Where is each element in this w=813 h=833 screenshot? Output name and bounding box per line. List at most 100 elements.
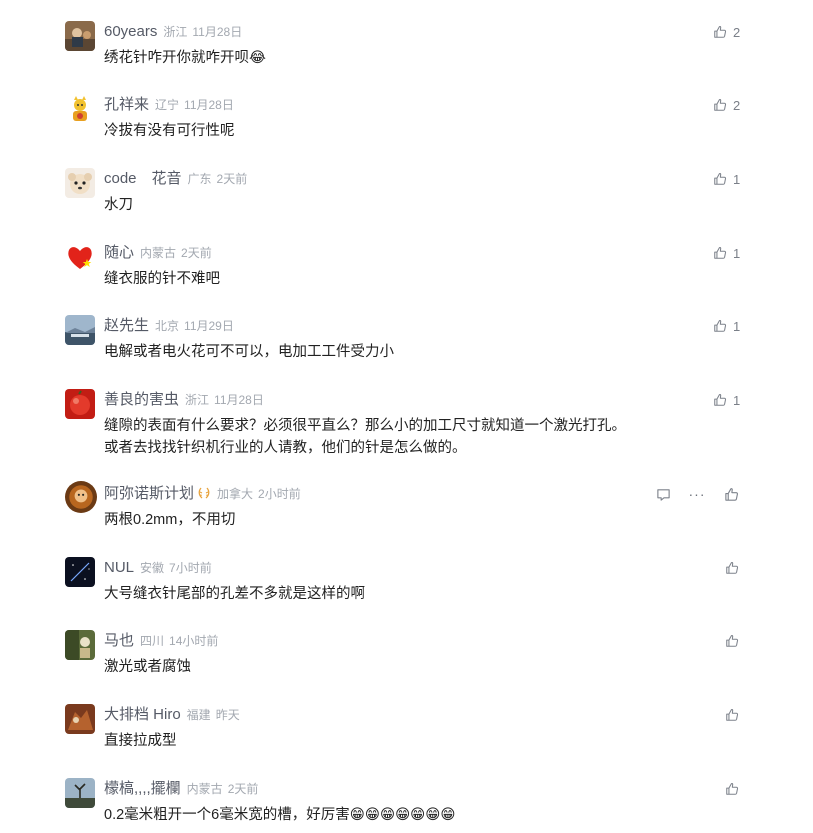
thumbs-up-icon (713, 246, 727, 260)
user-name[interactable]: 赵先生 (104, 317, 149, 334)
comment-text: 绣花针咋开你就咋开呗😂 (104, 50, 266, 66)
user-location: 广东 (187, 172, 212, 186)
user-name[interactable]: 大排档 Hiro (104, 706, 181, 723)
more-dots-icon: ··· (688, 486, 706, 502)
avatar[interactable] (65, 481, 97, 513)
like-count: 1 (733, 392, 741, 408)
comment-item: 60years 浙江 11月28日 绣花针咋开你就咋开呗😂 2 (0, 21, 813, 95)
comment-text: 大号缝衣针尾部的孔差不多就是这样的啊 (104, 586, 365, 602)
avatar[interactable] (65, 778, 95, 808)
comment-text: 缝衣服的针不难吧 (104, 271, 220, 287)
comment-time: 7小时前 (169, 561, 212, 575)
user-name[interactable]: 阿弥诺斯计划 (104, 485, 194, 502)
comment-time: 14小时前 (169, 634, 219, 648)
comment-item: 阿弥诺斯计划 加拿大 2小时前 两根0.2mm，不用切 ··· (0, 481, 813, 557)
avatar[interactable] (65, 168, 95, 198)
avatar[interactable] (65, 389, 95, 419)
comment-item: 孔祥来 辽宁 11月28日 冷拔有没有可行性呢 2 (0, 94, 813, 168)
user-name[interactable]: 檬槁,,,,擺欄 (104, 780, 181, 797)
thumbs-up-icon (713, 319, 727, 333)
like-button[interactable] (723, 486, 739, 502)
comment-time: 2天前 (181, 246, 212, 260)
comment-text: 冷拔有没有可行性呢 (104, 123, 235, 139)
user-name[interactable]: 善良的害虫 (104, 391, 179, 408)
thumbs-up-icon (713, 25, 727, 39)
avatar[interactable] (65, 315, 95, 345)
avatar[interactable] (65, 21, 95, 51)
comment-time: 2天前 (216, 172, 248, 186)
comment-item: 随心 内蒙古 2天前 缝衣服的针不难吧 1 (0, 242, 813, 316)
user-name[interactable]: 60years (104, 23, 157, 40)
user-location: 辽宁 (155, 98, 180, 112)
user-name[interactable]: 马也 (104, 632, 134, 649)
comment-text-line: 或者去找找针织机行业的人请教，他们的针是怎么做的。 (104, 440, 467, 456)
comment-time: 11月28日 (184, 98, 234, 112)
user-name[interactable]: code 花音 (104, 170, 182, 187)
like-button[interactable]: 1 (713, 171, 741, 187)
like-count: 1 (733, 171, 741, 187)
comment-text: 两根0.2mm，不用切 (104, 512, 236, 528)
comment-time: 11月28日 (214, 393, 264, 407)
like-button[interactable]: 2 (713, 24, 741, 40)
avatar[interactable] (65, 704, 95, 734)
comment-item: 大排档 Hiro 福建 昨天 直接拉成型 (0, 704, 813, 778)
like-button[interactable]: 2 (713, 97, 741, 113)
comment-item: 善良的害虫 浙江 11月28日 缝隙的表面有什么要求？必须很平直么？那么小的加工尺寸… (0, 389, 813, 485)
comment-time: 11月29日 (184, 319, 234, 333)
like-button[interactable]: 1 (713, 318, 741, 334)
user-name[interactable]: 孔祥来 (104, 96, 149, 113)
user-location: 安徽 (140, 561, 165, 575)
thumbs-up-icon (725, 708, 739, 722)
user-location: 内蒙古 (140, 246, 177, 260)
user-location: 浙江 (163, 25, 188, 39)
comment-text-line: 缝隙的表面有什么要求？必须很平直么？那么小的加工尺寸就知道一个激光打孔。 (104, 418, 626, 434)
comment-item: 马也 四川 14小时前 激光或者腐蚀 (0, 630, 813, 704)
user-name[interactable]: 随心 (104, 244, 134, 261)
user-location: 加拿大 (217, 487, 254, 501)
like-button[interactable] (725, 781, 739, 797)
user-name[interactable]: NUL (104, 559, 134, 576)
like-count: 1 (733, 245, 741, 261)
laurel-badge-icon (198, 487, 210, 499)
user-location: 内蒙古 (186, 782, 223, 796)
comment-item: code 花音 广东 2天前 水刀 1 (0, 168, 813, 242)
user-location: 浙江 (185, 393, 210, 407)
reply-button[interactable] (655, 486, 671, 502)
comment-text: 激光或者腐蚀 (104, 659, 191, 675)
comment-item: NUL 安徽 7小时前 大号缝衣针尾部的孔差不多就是这样的啊 (0, 557, 813, 631)
avatar[interactable] (65, 242, 95, 272)
comment-text: 水刀 (104, 197, 133, 213)
comment-time: 昨天 (215, 708, 240, 722)
user-location: 福建 (186, 708, 211, 722)
avatar[interactable] (65, 94, 95, 124)
comment-text: 电解或者电火花可不可以，电加工工件受力小 (104, 344, 394, 360)
thumbs-up-icon (725, 782, 739, 796)
like-button[interactable]: 1 (713, 392, 741, 408)
comment-item: 檬槁,,,,擺欄 内蒙古 2天前 0.2毫米粗开一个6毫米宽的槽，好厉害😁😁😁😁😁😁… (0, 778, 813, 833)
comment-text: 缝隙的表面有什么要求？必须很平直么？那么小的加工尺寸就知道一个激光打孔。 或者去… (104, 415, 626, 459)
comment-item: 赵先生 北京 11月29日 电解或者电火花可不可以，电加工工件受力小 1 (0, 315, 813, 389)
like-count: 2 (733, 97, 741, 113)
comment-time: 11月28日 (192, 25, 243, 39)
like-button[interactable]: 1 (713, 245, 741, 261)
comment-time: 2天前 (227, 782, 259, 796)
like-count: 2 (733, 24, 741, 40)
comment-bubble-icon (656, 487, 671, 502)
thumbs-up-icon (725, 634, 739, 648)
thumbs-up-icon (713, 172, 727, 186)
comment-text: 直接拉成型 (104, 733, 177, 749)
thumbs-up-icon (725, 561, 739, 575)
user-location: 四川 (140, 634, 165, 648)
comment-time: 2小时前 (258, 487, 301, 501)
like-button[interactable] (725, 707, 739, 723)
thumbs-up-icon (713, 393, 727, 407)
thumbs-up-icon (724, 487, 739, 502)
user-location: 北京 (155, 319, 180, 333)
more-button[interactable]: ··· (689, 486, 705, 502)
like-count: 1 (733, 318, 741, 334)
like-button[interactable] (725, 560, 739, 576)
avatar[interactable] (65, 630, 95, 660)
avatar[interactable] (65, 557, 95, 587)
thumbs-up-icon (713, 98, 727, 112)
like-button[interactable] (725, 633, 739, 649)
